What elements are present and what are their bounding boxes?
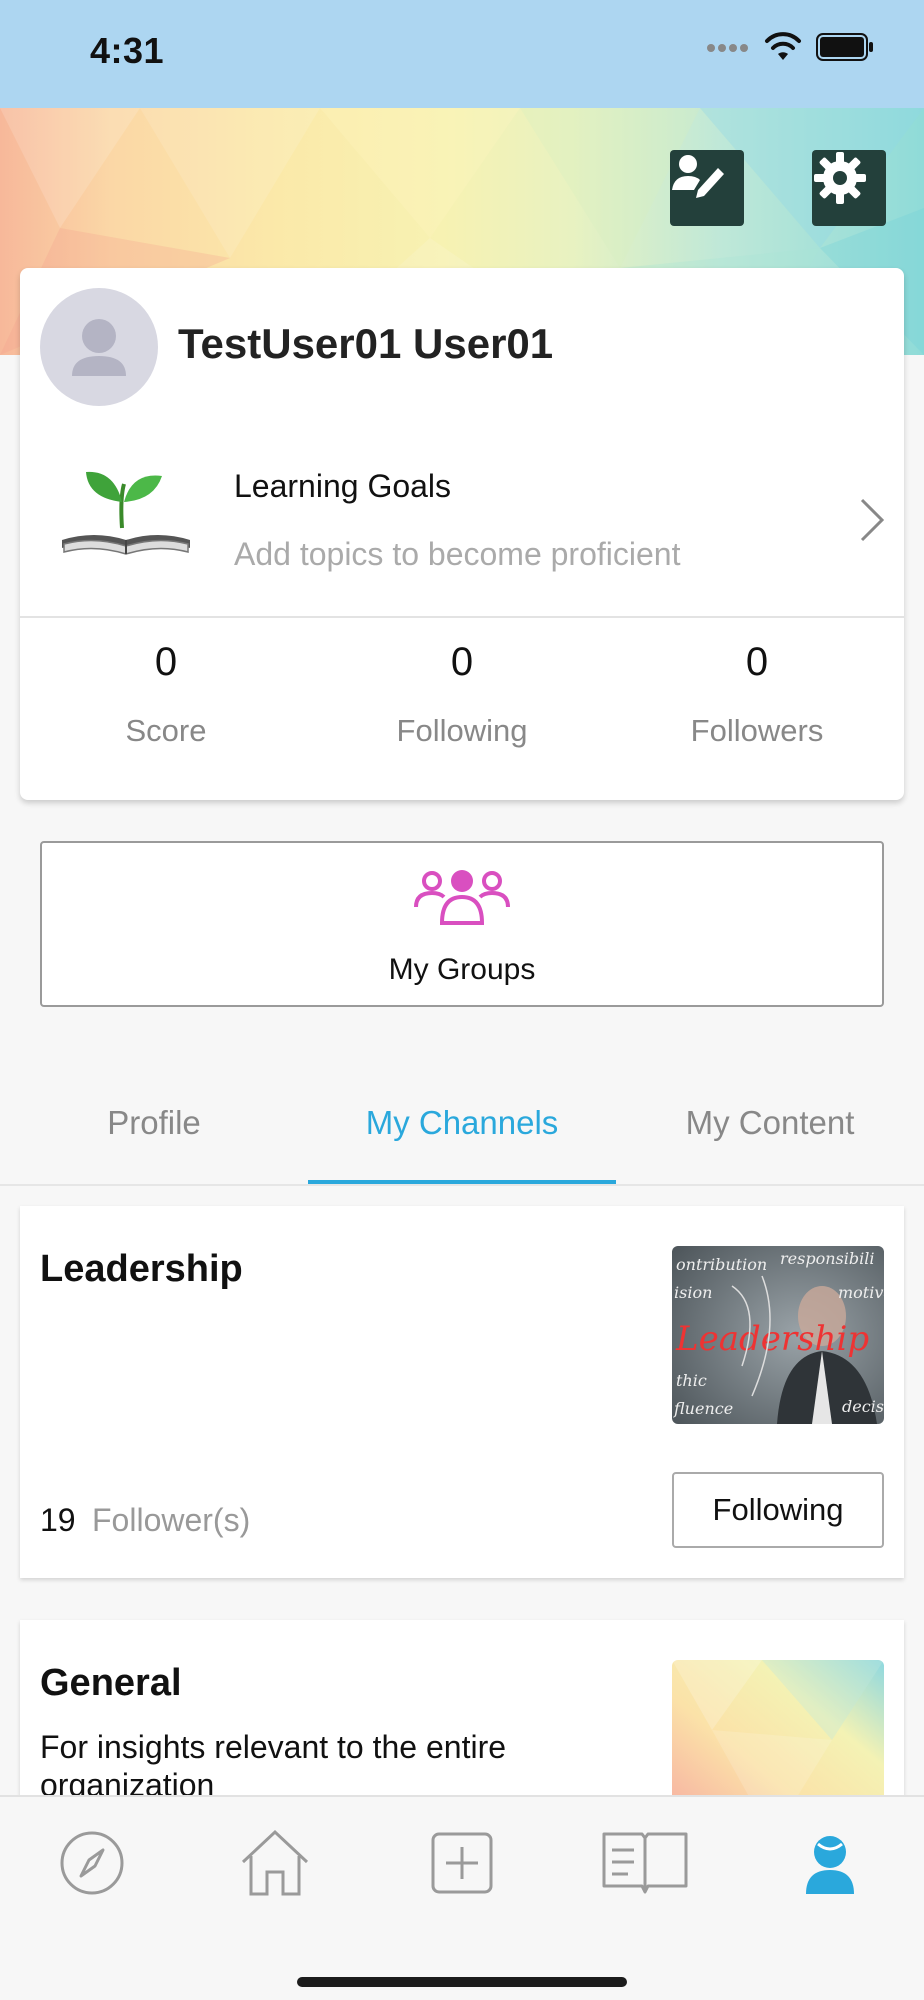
- stat-following-value: 0: [450, 640, 474, 684]
- tabs-divider: [0, 1184, 924, 1186]
- stat-followers-value: 0: [745, 640, 769, 684]
- nav-explore[interactable]: [47, 1825, 137, 1905]
- learning-goals-title: Learning Goals: [234, 468, 452, 504]
- svg-text:thic: thic: [676, 1371, 707, 1390]
- svg-text:Leadership: Leadership: [675, 1319, 869, 1359]
- channel-title: Leadership: [40, 1248, 243, 1290]
- signal-icon: [706, 41, 750, 59]
- stat-followers[interactable]: 0 Followers: [627, 640, 887, 749]
- stat-following[interactable]: 0 Following: [332, 640, 592, 749]
- following-button[interactable]: Following: [672, 1472, 884, 1548]
- learning-goals-subtitle: Add topics to become proficient: [234, 536, 681, 572]
- channel-title: General: [40, 1662, 182, 1704]
- status-time: 4:31: [90, 30, 165, 71]
- svg-text:decisi: decisi: [842, 1397, 884, 1416]
- book-icon: [600, 1830, 690, 1901]
- svg-text:fluence: fluence: [673, 1399, 733, 1418]
- channel-followers-count: 19: [40, 1502, 76, 1538]
- plus-square-icon: [430, 1831, 494, 1900]
- home-indicator: [297, 1977, 627, 1987]
- stat-score-label: Score: [125, 713, 207, 748]
- home-icon: [237, 1828, 313, 1903]
- svg-text:motivati: motivati: [838, 1283, 884, 1302]
- groups-icon: [412, 867, 512, 932]
- tab-profile[interactable]: Profile: [0, 1080, 308, 1186]
- card-divider: [20, 616, 904, 618]
- svg-text:responsibili: responsibili: [780, 1249, 874, 1268]
- nav-home[interactable]: [230, 1825, 320, 1905]
- battery-icon: [816, 33, 874, 66]
- profile-card: TestUser01 User01 Learning Goals Add top…: [20, 268, 904, 800]
- tab-my-content[interactable]: My Content: [616, 1080, 924, 1186]
- status-bar: 4:31: [0, 0, 924, 108]
- compass-icon: [57, 1828, 127, 1903]
- app-screen: 4:31 TestUser01 User01 Learning Goals Ad…: [0, 0, 924, 2000]
- user-icon: [802, 1830, 858, 1901]
- stat-following-label: Following: [396, 713, 528, 748]
- svg-text:ontribution: ontribution: [676, 1255, 767, 1274]
- edit-profile-button[interactable]: [670, 150, 744, 226]
- bottom-navigation: [0, 1795, 924, 2000]
- channel-description: For insights relevant to the entire orga…: [40, 1729, 507, 1803]
- nav-create[interactable]: [417, 1825, 507, 1905]
- wifi-icon: [764, 32, 802, 67]
- stat-score-value: 0: [154, 640, 178, 684]
- user-placeholder-icon: [72, 319, 126, 376]
- stat-score[interactable]: 0 Score: [36, 640, 296, 749]
- chevron-right-icon: [858, 496, 886, 549]
- nav-profile[interactable]: [785, 1825, 875, 1905]
- nav-library[interactable]: [600, 1825, 690, 1905]
- svg-text:ision: ision: [674, 1283, 712, 1302]
- status-icons: [706, 32, 874, 67]
- user-name: TestUser01 User01: [178, 320, 554, 367]
- my-groups-button[interactable]: My Groups: [40, 841, 884, 1007]
- channel-card[interactable]: Leadership ontribution responsibili isio…: [20, 1206, 904, 1578]
- channel-followers-label: Follower(s): [92, 1502, 251, 1538]
- profile-tabs: Profile My Channels My Content: [0, 1080, 924, 1186]
- settings-button[interactable]: [812, 150, 886, 226]
- my-groups-label: My Groups: [388, 953, 536, 986]
- channel-thumbnail: ontribution responsibili ision motivati …: [672, 1246, 884, 1424]
- plant-book-icon: [58, 458, 198, 573]
- tab-my-channels[interactable]: My Channels: [308, 1080, 616, 1186]
- avatar[interactable]: [40, 288, 158, 406]
- stat-followers-label: Followers: [690, 713, 824, 748]
